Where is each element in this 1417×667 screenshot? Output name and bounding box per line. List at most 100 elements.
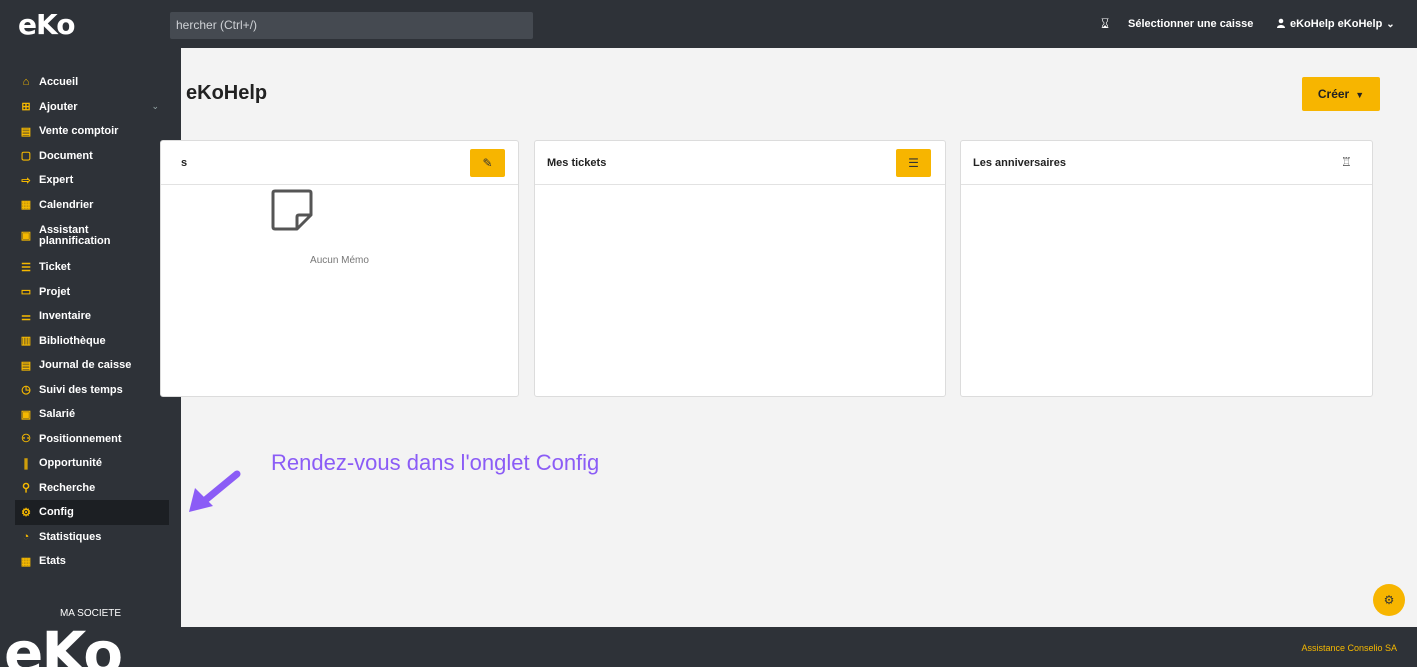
search-input[interactable]: hercher (Ctrl+/) [170,12,533,39]
create-button-label: Créer [1317,87,1350,101]
home-icon: ⌂ [22,76,30,89]
plus-square-icon: ⊞ [21,101,31,114]
sidebar-item-label: Ticket [39,261,71,274]
sidebar-item-config[interactable]: ⚙ Config [15,500,169,525]
sidebar-item-label: Vente comptoir [39,125,119,138]
inventory-icon: ⚌ [21,310,31,323]
sidebar-item-opportunite[interactable]: ∥ Opportunité [0,451,181,476]
birthdays-card: Les anniversaires ♖ [960,140,1373,397]
search-icon: ⚲ [21,482,31,495]
app-logo[interactable]: eKo [18,8,75,41]
sidebar-item-statistiques[interactable]: ◔ Statistiques [0,525,181,550]
sidebar-item-label: Projet [39,285,71,298]
create-button[interactable]: Créer ▼ [1302,77,1380,111]
sidebar-item-positionnement[interactable]: ⚇ Positionnement [0,427,181,452]
library-icon: ▥ [20,335,32,348]
sidebar-item-ajouter[interactable]: ⊞ Ajouter ⌄ [0,95,181,120]
pie-chart-icon: ◔ [22,530,30,543]
folder-icon: ▭ [20,286,32,299]
list-icon: ☰ [908,156,919,170]
sidebar-item-label: Opportunité [39,457,102,470]
document-icon: ▢ [20,150,32,163]
sidebar-item-label: Bibliothèque [39,334,106,347]
sidebar-item-ticket[interactable]: ☰ Ticket [0,255,181,280]
select-caisse-button[interactable]: Sélectionner une caisse [1128,18,1253,30]
sidebar-item-label: Journal de caisse [39,359,132,372]
sidebar-item-inventaire[interactable]: ⚌ Inventaire [0,304,181,329]
sidebar-item-salarie[interactable]: ▣ Salarié [0,402,181,427]
register-icon: ▤ [20,125,32,138]
sidebar-item-label: Assistant plannification [39,224,111,247]
sidebar-item-bibliotheque[interactable]: ▥ Bibliothèque [0,329,181,354]
badge-icon: ▣ [20,408,32,421]
sidebar-item-assistant-plannification[interactable]: ▣ Assistant plannification [0,217,181,255]
card-title: s [181,157,188,169]
bar-chart-icon: ∥ [23,457,29,470]
sidebar-nav: ⌂ Accueil ⊞ Ajouter ⌄ ▤ Vente comptoir ▢ Docu… [0,70,181,574]
group-icon: ⚇ [21,433,31,446]
calendar-check-icon: ▣ [20,229,32,242]
ticket-list-button[interactable]: ☰ [896,149,931,177]
sidebar-item-recherche[interactable]: ⚲ Recherche [0,476,181,501]
sidebar-item-label: Accueil [39,76,79,89]
sidebar-item-label: Document [39,149,93,162]
sidebar-item-label: Statistiques [39,530,102,543]
sidebar-item-label: Etats [39,555,66,568]
sidebar-item-label: Expert [39,174,74,187]
user-icon [1277,18,1285,28]
sidebar-item-label: Suivi des temps [39,383,123,396]
company-name: MA SOCIETE [59,608,122,619]
sidebar-item-journal-de-caisse[interactable]: ▤ Journal de caisse [0,353,181,378]
swap-icon[interactable]: ⌛︎ [1101,16,1109,32]
annotation-arrow-icon [189,470,241,512]
stopwatch-icon: ◷ [21,384,31,397]
sidebar-item-label: Ajouter [39,100,78,113]
tickets-card: Mes tickets ☰ [534,140,946,397]
card-header: Les anniversaires ♖ [961,141,1372,185]
footer: Assistance Conselio SA [181,627,1417,667]
gears-icon: ⚙ [21,506,31,519]
list-icon: ☰ [21,261,31,274]
chevron-down-icon: ⌄ [1386,19,1395,30]
sidebar-logo: eKo [4,619,123,667]
user-name: eKoHelp eKoHelp [1290,18,1383,30]
sidebar-item-vente-comptoir[interactable]: ▤ Vente comptoir [0,119,181,144]
settings-fab-button[interactable]: ⚙ [1373,584,1405,616]
calendar-icon: ▦ [20,199,32,212]
card-title: Les anniversaires [973,157,1066,169]
gears-icon: ⚙ [1383,593,1395,607]
card-header: Mes tickets ☰ [535,141,945,185]
sidebar-item-projet[interactable]: ▭ Projet [0,280,181,305]
card-body: Aucun Mémo [161,185,518,397]
card-header: s ✎ [161,141,518,185]
annotation-text: Rendez-vous dans l'onglet Config [271,450,600,475]
sidebar-item-label: Config [39,506,74,519]
chevron-down-icon: ⌄ [151,101,159,112]
top-bar: eKo hercher (Ctrl+/) ⌛︎ Sélectionner une… [0,0,1417,48]
footer-text: Assistance Conselio SA [1301,643,1397,653]
sticky-note-icon [271,189,313,231]
sidebar-item-accueil[interactable]: ⌂ Accueil [0,70,181,95]
memo-card: s ✎ Aucun Mémo [160,140,519,397]
table-icon: ▦ [20,555,32,568]
sidebar-item-calendrier[interactable]: ▦ Calendrier [0,193,181,218]
sidebar-item-suivi-des-temps[interactable]: ◷ Suivi des temps [0,378,181,403]
sidebar: ⌂ Accueil ⊞ Ajouter ⌄ ▤ Vente comptoir ▢ Docu… [0,48,181,667]
birthday-cake-icon[interactable]: ♖ [1341,155,1352,169]
sidebar-item-label: Positionnement [39,432,122,445]
card-title: Mes tickets [547,157,607,169]
export-icon: ⇨ [21,174,31,187]
empty-memo-text: Aucun Mémo [310,255,369,266]
sidebar-item-etats[interactable]: ▦ Etats [0,549,181,574]
sidebar-item-label: Salarié [39,408,76,421]
page-title: eKoHelp [186,82,268,104]
sidebar-item-label: Calendrier [39,198,94,211]
sidebar-item-label: Recherche [39,481,96,494]
edit-memo-button[interactable]: ✎ [470,149,505,177]
caret-down-icon: ▼ [1355,90,1365,100]
user-menu[interactable]: eKoHelp eKoHelp ⌄ [1276,18,1395,30]
sidebar-item-expert[interactable]: ⇨ Expert [0,168,181,193]
sidebar-item-document[interactable]: ▢ Document [0,144,181,169]
pencil-icon: ✎ [482,156,493,170]
sidebar-item-label: Inventaire [39,310,91,323]
